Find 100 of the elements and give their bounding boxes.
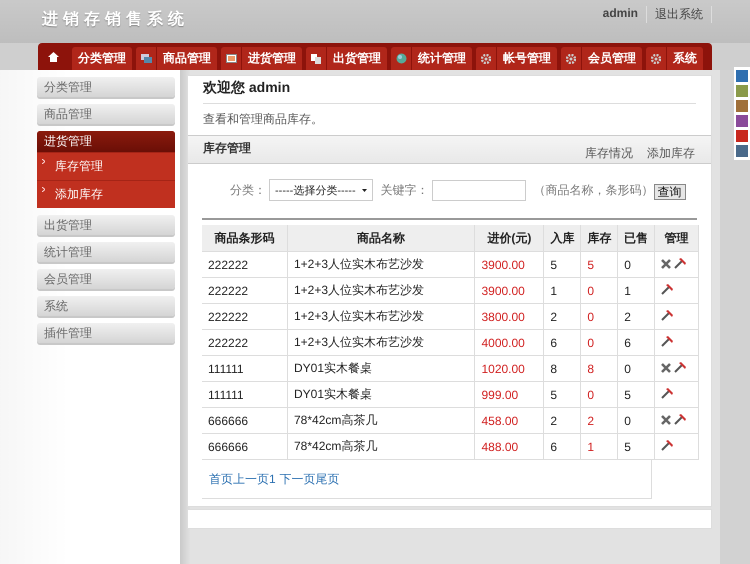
table-cell: 1020.00 xyxy=(474,356,544,382)
table-cell: 3900.00 xyxy=(474,278,544,304)
table-cell: 0 xyxy=(618,252,655,278)
delete-icon[interactable] xyxy=(661,258,672,268)
nav-tab[interactable]: 出货管理 xyxy=(306,47,387,70)
hammer-icon[interactable] xyxy=(661,388,674,398)
table-cell: 8 xyxy=(544,356,581,382)
sidebar-subitem[interactable]: 添加库存 xyxy=(55,186,103,203)
table-cell: 0 xyxy=(580,330,618,356)
table-cell: 2 xyxy=(544,304,581,330)
user-name: admin xyxy=(594,6,647,23)
table-cell: 3900.00 xyxy=(474,252,544,278)
field-hint: （商品名称，条形码） xyxy=(534,182,654,198)
nav-tab[interactable]: 分类管理 xyxy=(72,47,132,70)
pager-link[interactable]: 下一页 xyxy=(280,470,316,488)
table-cell: 1+2+3人位实木布艺沙发 xyxy=(288,304,475,330)
theme-swatch[interactable] xyxy=(736,145,748,157)
delete-icon[interactable] xyxy=(661,362,672,372)
filter-label: 关键字： xyxy=(380,182,429,198)
page-description: 查看和管理商品库存。 xyxy=(202,111,324,128)
sidebar-item[interactable]: 分类管理 xyxy=(37,77,175,97)
delete-icon[interactable] xyxy=(661,414,672,424)
theme-swatch[interactable] xyxy=(736,100,748,112)
column-header: 管理 xyxy=(654,225,698,252)
table-cell: 5 xyxy=(618,382,655,408)
table-cell: 458.00 xyxy=(474,408,544,434)
table-cell: 5 xyxy=(544,252,581,278)
column-header: 商品条形码 xyxy=(202,225,288,252)
table-cell: 78*42cm高茶几 xyxy=(288,408,475,434)
nav-tab[interactable]: 商品管理 xyxy=(136,47,217,70)
column-header: 入库 xyxy=(544,225,581,252)
filter-label: 分类： xyxy=(230,182,266,198)
table-cell: 666666 xyxy=(202,434,288,460)
nav-tab[interactable]: 系统 xyxy=(646,47,703,70)
table-cell: 5 xyxy=(618,434,655,460)
table-cell: 6 xyxy=(544,330,581,356)
sidebar-item[interactable]: 出货管理 xyxy=(37,215,175,235)
table-cell: 5 xyxy=(544,382,581,408)
pager-link[interactable]: 上一页 xyxy=(233,470,269,488)
theme-swatch[interactable] xyxy=(736,85,748,97)
table-cell: 999.00 xyxy=(474,382,544,408)
sidebar-item[interactable]: 插件管理 xyxy=(37,323,175,343)
sidebar-item[interactable]: 系统 xyxy=(37,296,175,316)
table-cell: 1+2+3人位实木布艺沙发 xyxy=(288,252,475,278)
table-cell: 222222 xyxy=(202,330,288,356)
theme-swatch[interactable] xyxy=(736,115,748,127)
gear-icon xyxy=(481,54,491,64)
table-cell: DY01实木餐桌 xyxy=(288,356,475,382)
sidebar-item[interactable]: 会员管理 xyxy=(37,269,175,289)
hammer-icon[interactable] xyxy=(674,362,686,373)
chevron-icon xyxy=(42,159,45,164)
column-header: 已售 xyxy=(618,225,655,252)
section-link[interactable]: 库存情况 xyxy=(585,145,633,162)
table-cell: 1 xyxy=(580,434,618,460)
table-cell: 6 xyxy=(544,434,581,460)
sidebar-item[interactable]: 进货管理 xyxy=(37,131,175,152)
sidebar-subitem[interactable]: 库存管理 xyxy=(55,158,103,175)
hammer-icon[interactable] xyxy=(661,440,674,450)
hammer-icon[interactable] xyxy=(674,258,686,269)
hammer-icon[interactable] xyxy=(661,310,674,320)
pager-link[interactable]: 尾页 xyxy=(316,470,340,488)
app-title: 进销存销售系统 xyxy=(42,9,189,30)
logout-link[interactable]: 退出系统 xyxy=(647,6,712,23)
nav-tab[interactable]: 会员管理 xyxy=(561,47,642,70)
section-link[interactable]: 添加库存 xyxy=(647,145,695,162)
table-cell: 222222 xyxy=(202,304,288,330)
pager-link[interactable]: 1 xyxy=(269,472,276,486)
table-cell: 1+2+3人位实木布艺沙发 xyxy=(288,278,475,304)
nav-tab[interactable]: 进货管理 xyxy=(221,47,302,70)
hammer-icon[interactable] xyxy=(661,284,674,294)
table-cell: 0 xyxy=(580,382,618,408)
nav-tab[interactable]: 统计管理 xyxy=(391,47,472,70)
picture-frame-icon xyxy=(226,54,236,63)
table-cell: 1 xyxy=(544,278,581,304)
welcome-heading: 欢迎您 admin xyxy=(203,76,696,104)
copy-icon xyxy=(311,54,321,64)
table-cell: 111111 xyxy=(202,356,288,382)
section-title: 库存管理 xyxy=(203,140,251,157)
table-cell: 3800.00 xyxy=(474,304,544,330)
table-cell: 1+2+3人位实木布艺沙发 xyxy=(288,330,475,356)
keyword-field[interactable] xyxy=(432,180,526,200)
sidebar-item[interactable]: 统计管理 xyxy=(37,242,175,262)
nav-tab[interactable]: 帐号管理 xyxy=(476,47,557,70)
table-cell: 0 xyxy=(580,304,618,330)
home-icon[interactable] xyxy=(48,52,58,62)
table-cell: 222222 xyxy=(202,252,288,278)
category-dropdown[interactable]: -----选择分类----- xyxy=(269,179,373,201)
hammer-icon[interactable] xyxy=(674,414,686,425)
table-cell: 0 xyxy=(580,278,618,304)
hammer-icon[interactable] xyxy=(661,336,674,346)
pager-link[interactable]: 首页 xyxy=(209,470,233,488)
chevron-icon xyxy=(42,187,45,192)
table-cell: 666666 xyxy=(202,408,288,434)
search-button[interactable]: 查询 xyxy=(654,184,686,200)
window-icon xyxy=(140,54,152,63)
theme-swatch[interactable] xyxy=(736,70,748,82)
gear-icon xyxy=(566,54,576,64)
sidebar-item[interactable]: 商品管理 xyxy=(37,104,175,124)
theme-swatch[interactable] xyxy=(736,130,748,142)
table-cell: 8 xyxy=(580,356,618,382)
